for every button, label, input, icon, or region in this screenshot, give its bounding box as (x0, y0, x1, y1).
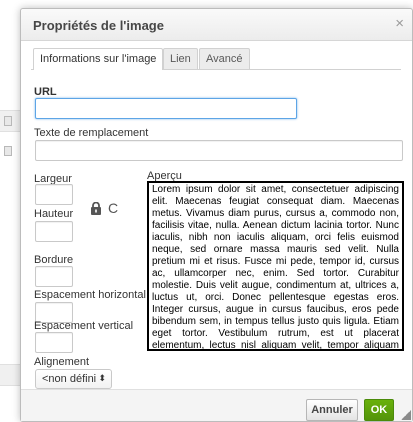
lock-icon[interactable] (90, 202, 102, 215)
close-icon[interactable]: × (395, 15, 404, 33)
width-field[interactable] (35, 184, 73, 205)
preview-box: Lorem ipsum dolor sit amet, consectetuer… (147, 181, 404, 351)
url-label: URL (34, 86, 57, 98)
ok-button[interactable]: OK (364, 399, 394, 421)
chevron-updown-icon: ⬍ (98, 373, 106, 383)
tab-link[interactable]: Lien (163, 48, 198, 69)
alt-text-label: Texte de remplacement (34, 127, 149, 139)
background-toolbar-icon (4, 116, 12, 126)
refresh-icon[interactable]: C (108, 201, 118, 215)
alignment-select[interactable]: <non défini ⬍ (35, 369, 112, 389)
vspace-label: Espacement vertical (34, 320, 134, 332)
hspace-label: Espacement horizontal (34, 289, 146, 301)
image-properties-dialog: Propriétés de l'image × Informations sur… (20, 8, 413, 422)
alignment-label: Alignement (34, 356, 90, 368)
tab-image-info[interactable]: Informations sur l'image (33, 48, 164, 70)
vspace-field[interactable] (35, 332, 73, 353)
resize-handle-icon[interactable] (401, 410, 411, 420)
cancel-button[interactable]: Annuler (306, 399, 358, 421)
height-field[interactable] (35, 221, 73, 242)
url-field[interactable] (35, 98, 297, 119)
background-toolbar-icon (4, 146, 12, 156)
border-field[interactable] (35, 266, 73, 287)
dialog-title: Propriétés de l'image (33, 18, 164, 33)
dialog-titlebar[interactable]: Propriétés de l'image × (21, 9, 412, 41)
border-label: Bordure (34, 254, 74, 266)
alt-text-field[interactable] (35, 140, 403, 161)
tab-advanced[interactable]: Avancé (199, 48, 250, 69)
height-label: Hauteur (34, 208, 74, 220)
alignment-selected-value: <non défini (42, 373, 97, 385)
preview-text: Lorem ipsum dolor sit amet, consectetuer… (152, 184, 399, 351)
